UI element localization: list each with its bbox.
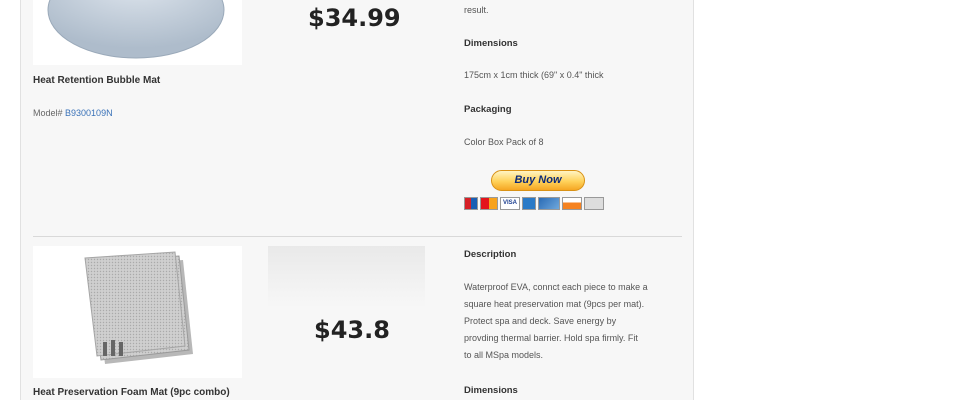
product-divider — [33, 236, 682, 237]
buy-now-button[interactable]: Buy Now — [491, 170, 585, 191]
echeck-icon — [538, 197, 560, 210]
visa-icon: VISA — [500, 197, 520, 210]
description-line: provding thermal barrier. Hold spa firml… — [464, 333, 638, 343]
dimensions-heading: Dimensions — [464, 385, 518, 396]
packaging-heading: Packaging — [464, 104, 512, 115]
description-line: to all MSpa models. — [464, 350, 544, 360]
product-title[interactable]: Heat Retention Bubble Mat — [33, 75, 160, 86]
mastercard-icon — [480, 197, 498, 210]
model-link[interactable]: B9300109N — [65, 108, 113, 118]
product-image-foam-mat[interactable] — [33, 246, 242, 378]
description-line: Protect spa and deck. Save energy by — [464, 316, 617, 326]
bank-icon — [584, 197, 604, 210]
bubble-mat-image — [47, 0, 225, 59]
dimensions-text: 175cm x 1cm thick (69" x 0.4" thick — [464, 70, 604, 80]
product-list-panel: Heat Retention Bubble Mat Model# B930010… — [20, 0, 694, 400]
model-label: Model# — [33, 108, 66, 118]
description-line: square heat preservation mat (9pcs per m… — [464, 299, 645, 309]
product-price: $43.8 — [314, 316, 390, 344]
product-title[interactable]: Heat Preservation Foam Mat (9pc combo) — [33, 387, 230, 398]
product-price: $34.99 — [308, 4, 401, 32]
description-text: Waterproof EVA, connct each piece to mak… — [464, 279, 689, 364]
foam-mat-image — [84, 251, 193, 364]
description-heading: Description — [464, 249, 517, 260]
discover-icon — [562, 197, 582, 210]
payment-cards: VISA — [464, 197, 604, 210]
product-model: Model# B9300109N — [33, 108, 113, 118]
amex-icon — [522, 197, 536, 210]
description-line: Waterproof EVA, connct each piece to mak… — [464, 282, 648, 292]
description-text-tail: result. — [464, 5, 489, 15]
dimensions-heading: Dimensions — [464, 38, 518, 49]
packaging-text: Color Box Pack of 8 — [464, 137, 544, 147]
product-image-bubble-mat[interactable] — [33, 0, 242, 65]
maestro-icon — [464, 197, 478, 210]
